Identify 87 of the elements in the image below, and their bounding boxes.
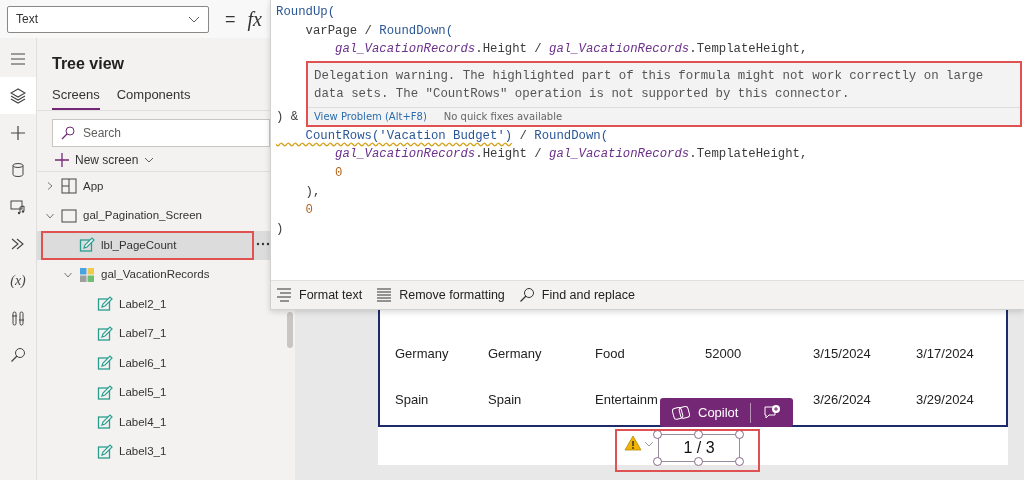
tree-item[interactable]: lbl_PageCount	[37, 230, 270, 260]
variables-icon: (x)	[10, 273, 26, 288]
panel-title: Tree view	[51, 54, 126, 74]
pencil-icon	[97, 443, 113, 460]
rail-button[interactable]: (x)	[0, 262, 36, 299]
tab[interactable]: Components	[116, 81, 191, 110]
property-dropdown[interactable]: Text	[7, 5, 209, 33]
gallery-cell-text: 3/17/2024	[916, 345, 974, 364]
gallery-cell-text: Spain	[488, 391, 522, 410]
comment-add-icon	[763, 404, 782, 421]
code-line: ),	[304, 183, 322, 201]
rectangle-icon	[61, 207, 77, 224]
quick-fix-note: No quick fixes available	[443, 109, 563, 124]
resize-handle[interactable]	[694, 457, 703, 466]
code-line: CountRows('Vacation Budget') / RoundDown(	[304, 127, 610, 145]
search-icon	[10, 346, 26, 363]
warning-message: Delegation warning. The highlighted part of this formula might not work correctly on large data sets. The "CountRows" operation is not supported by this connector.	[313, 67, 985, 103]
code-line: ) &	[276, 109, 300, 127]
chevron-down-icon	[144, 156, 155, 163]
toolbar-button[interactable]: Format text	[276, 285, 363, 305]
code-line: RoundUp(	[276, 4, 337, 21]
tree-item[interactable]: Label2_1	[37, 289, 270, 319]
pencil-icon	[97, 296, 113, 313]
chevron-right-icon[interactable]	[46, 182, 54, 191]
gallery-cell-text: 52000	[705, 345, 742, 364]
pencil-icon	[97, 414, 113, 431]
resize-handle[interactable]	[735, 457, 744, 466]
tree-item[interactable]: gal_Pagination_Screen	[37, 201, 270, 231]
chevron-down-icon[interactable]	[46, 211, 54, 220]
plus-icon	[10, 124, 26, 141]
grid-icon	[61, 178, 77, 195]
chevron-down-icon[interactable]	[644, 441, 654, 447]
search-icon	[61, 125, 75, 140]
tree-item[interactable]: Label5_1	[37, 378, 270, 408]
more-icon[interactable]	[256, 241, 270, 246]
tree-item[interactable]: App	[37, 171, 270, 201]
pencil-icon	[97, 325, 113, 342]
gallery-cell-text: 3/29/2024	[916, 391, 974, 410]
tree-item[interactable]: Label7_1	[37, 319, 270, 349]
gallery-cell-text: Germany	[488, 345, 542, 364]
gallery-cell-text: 3/26/2024	[813, 391, 871, 410]
gallery-cell-text: Food	[595, 345, 625, 364]
toolbar-button[interactable]: Remove formatting	[376, 285, 505, 305]
tree-item[interactable]: gal_VacationRecords	[37, 260, 270, 290]
code-line: )	[276, 220, 285, 238]
tree-item[interactable]: Label6_1	[37, 348, 270, 378]
gallery-cell-text: Spain	[395, 391, 429, 410]
menu-icon	[10, 50, 26, 67]
tree-item[interactable]: Label3_1	[37, 437, 270, 467]
plus-icon	[55, 152, 69, 167]
lines-icon	[376, 287, 393, 303]
resize-handle[interactable]	[735, 430, 744, 439]
media-icon	[10, 198, 26, 215]
copilot-icon	[672, 404, 690, 421]
resize-handle[interactable]	[694, 430, 703, 439]
chevron-down-icon[interactable]	[64, 270, 72, 279]
code-line: gal_VacationRecords.Height / gal_VacationRecords.TemplateHeight,	[334, 146, 809, 164]
search-field[interactable]: Search	[52, 118, 270, 147]
tab[interactable]: Screens	[52, 81, 100, 110]
copilot-button[interactable]: Copilot	[660, 398, 751, 427]
resize-handle[interactable]	[653, 457, 662, 466]
fx-label: fx	[247, 7, 262, 33]
equals-sign: =	[225, 7, 236, 31]
code-line: gal_VacationRecords.Height / gal_VacationRecords.TemplateHeight,	[334, 41, 809, 59]
toolbar-button[interactable]: Find and replace	[518, 285, 635, 305]
scrollbar[interactable]	[287, 312, 293, 348]
database-icon	[10, 161, 26, 178]
code-line: 0	[304, 202, 314, 220]
gallery-cell-text: 3/15/2024	[813, 345, 871, 364]
code-line: varPage / RoundDown(	[304, 22, 455, 40]
new-screen-button[interactable]: New screen	[37, 146, 270, 172]
pencil-icon	[97, 384, 113, 401]
chevron-down-icon	[188, 15, 200, 23]
align-lines-icon	[276, 287, 292, 303]
resize-handle[interactable]	[653, 430, 662, 439]
gallery-cell-text: Entertainm	[595, 391, 658, 410]
warning-icon[interactable]	[624, 435, 642, 451]
pencil-icon	[79, 237, 95, 254]
tiles-icon	[79, 266, 95, 283]
tree-item[interactable]: Label4_1	[37, 407, 270, 437]
pencil-icon	[97, 355, 113, 372]
tools-icon	[10, 309, 26, 326]
gallery-cell-text: Germany	[395, 345, 449, 364]
view-problem-link[interactable]: View Problem (Alt+F8)	[314, 107, 427, 125]
search-icon	[518, 287, 535, 303]
layers-icon	[10, 87, 26, 104]
code-line: 0	[334, 164, 344, 182]
